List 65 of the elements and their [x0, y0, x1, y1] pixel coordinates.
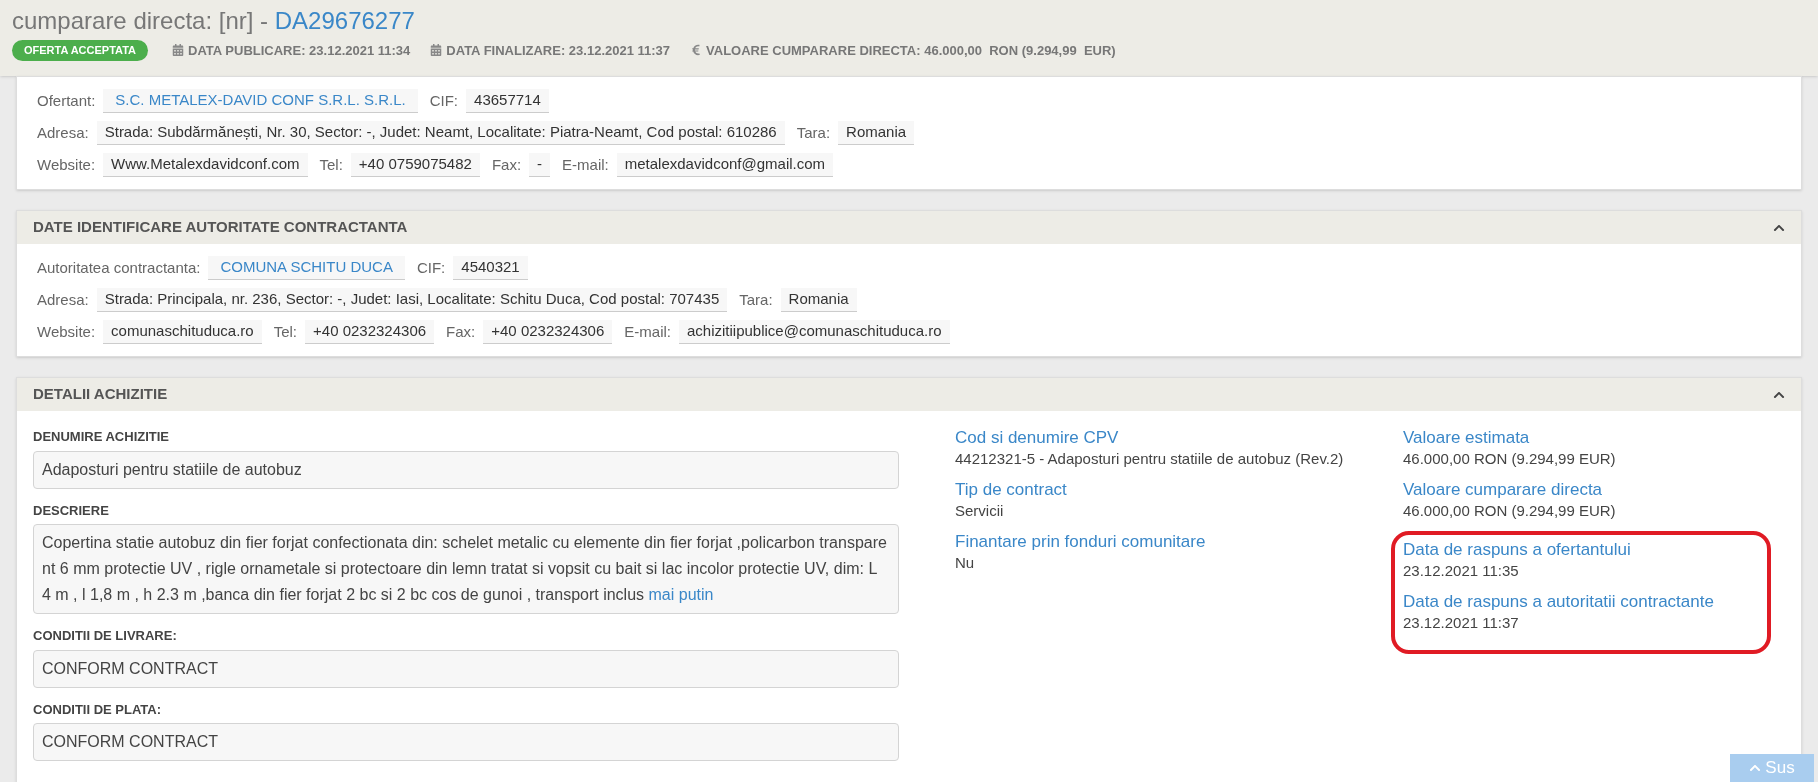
field-heading: DENUMIRE ACHIZITIE — [33, 428, 171, 446]
field-heading: CONDITII DE LIVRARE: — [33, 627, 178, 645]
field-value: Romania — [838, 121, 915, 145]
section-title: DETALII ACHIZITIE — [33, 384, 168, 405]
info-label: Valoare cumparare directa — [1403, 479, 1604, 500]
info-label: Tip de contract — [955, 479, 1068, 500]
meta-text: DATA PUBLICARE: 23.12.2021 11:34 — [188, 41, 411, 60]
field-value: Strada: Principala, nr. 236, Sector: -, Judet: Iasi, Localitate: Schitu Duca, Cod postal: 707435 — [96, 288, 728, 312]
info-label: Cod si denumire CPV — [955, 427, 1120, 448]
calendar-icon — [430, 44, 443, 57]
section-header[interactable]: DETALII ACHIZITIE — [17, 378, 1801, 411]
info-label: Data de raspuns a ofertantului — [1403, 539, 1632, 560]
field-value: +40 0232324306 — [305, 320, 435, 344]
info-value: 23.12.2021 11:37 — [1403, 613, 1520, 633]
field-value: Www.Metalexdavidconf.com — [103, 153, 308, 177]
euro-icon — [690, 44, 703, 57]
field-value: metalexdavidconf@gmail.com — [616, 153, 834, 177]
text-field: Copertina statie autobuz din fier forjat confectionata din: schelet metalic cu elemente din fier forjat ,policarbon transparent 6 mm protectie UV , rigle ornametale si protectoare din lemn tratat si vopsit cu bait si lac incolor protectie UV, dim: L 4 m , l 1,8 m , h 2.3 m ,banca din fier forjat 2 bc si 2 bc cos de gunoi , transport inclus mai putin — [33, 524, 899, 614]
field-value[interactable]: S.C. METALEX-DAVID CONF S.R.L. S.R.L. — [103, 89, 418, 113]
field-value: comunaschituduca.ro — [103, 320, 262, 344]
field-label: Adresa: — [37, 289, 89, 310]
info-value: 46.000,00 RON (9.294,99 EUR) — [1403, 449, 1617, 469]
field-value: 43657714 — [466, 89, 549, 113]
field-label: Fax: — [491, 154, 522, 175]
field-label: CIF: — [429, 90, 459, 111]
info-value: 44212321-5 - Adaposturi pentru statiile de autobuz (Rev.2) — [955, 449, 1345, 469]
field-value: +40 0759075482 — [350, 153, 480, 177]
field-label: E-mail: — [562, 154, 609, 175]
field-label: Adresa: — [37, 122, 89, 143]
field-label: Website: — [37, 321, 96, 342]
field-label: Ofertant: — [37, 90, 96, 111]
info-label: Finantare prin fonduri comunitare — [955, 531, 1207, 552]
info-value: 46.000,00 RON (9.294,99 EUR) — [1403, 501, 1617, 521]
field-heading: DESCRIERE — [33, 501, 110, 520]
field-label: CIF: — [416, 257, 446, 278]
page-title: cumparare directa: [nr] - DA29676277 — [12, 6, 416, 36]
field-heading: CONDITII DE PLATA: — [33, 700, 163, 719]
info-label: Valoare estimata — [1403, 427, 1531, 448]
field-value: achizitiipublice@comunaschituduca.ro — [679, 320, 950, 344]
show-less-link[interactable]: mai putin — [648, 586, 714, 603]
meta-text: VALOARE CUMPARARE DIRECTA: 46.000,00 RON (9.294,99 EUR) — [706, 41, 1116, 60]
field-label: Fax: — [446, 321, 476, 342]
field-value: +40 0232324306 — [483, 320, 613, 344]
field-label: Tara: — [796, 122, 831, 143]
field-label: E-mail: — [624, 321, 671, 342]
field-value[interactable]: COMUNA SCHITU DUCA — [208, 256, 405, 280]
meta-text: DATA FINALIZARE: 23.12.2021 11:37 — [446, 41, 671, 60]
calendar-icon — [172, 44, 185, 57]
info-value: Nu — [955, 553, 976, 573]
field-label: Tel: — [319, 154, 343, 175]
section-title: DATE IDENTIFICARE AUTORITATE CONTRACTANTA — [33, 217, 408, 238]
field-value: Strada: Subdărmănești, Nr. 30, Sector: -, Judet: Neamt, Localitate: Piatra-Neamt, Cod postal: 610286 — [96, 121, 785, 145]
section-header[interactable]: DATE IDENTIFICARE AUTORITATE CONTRACTANTA — [17, 211, 1801, 244]
field-label: Tel: — [273, 321, 298, 342]
field-value: 4540321 — [453, 256, 528, 280]
status-badge: OFERTA ACCEPTATA — [12, 40, 149, 61]
info-value: Servicii — [955, 501, 1005, 521]
chevron-up-icon — [1749, 762, 1762, 774]
field-value: Romania — [780, 288, 857, 312]
field-label: Website: — [37, 154, 96, 175]
field-value: - — [529, 153, 551, 177]
info-value: 23.12.2021 11:35 — [1403, 561, 1520, 581]
info-label: Data de raspuns a autoritatii contractante — [1403, 591, 1715, 612]
field-label: Tara: — [739, 289, 773, 310]
field-label: Autoritatea contractanta: — [37, 257, 201, 278]
